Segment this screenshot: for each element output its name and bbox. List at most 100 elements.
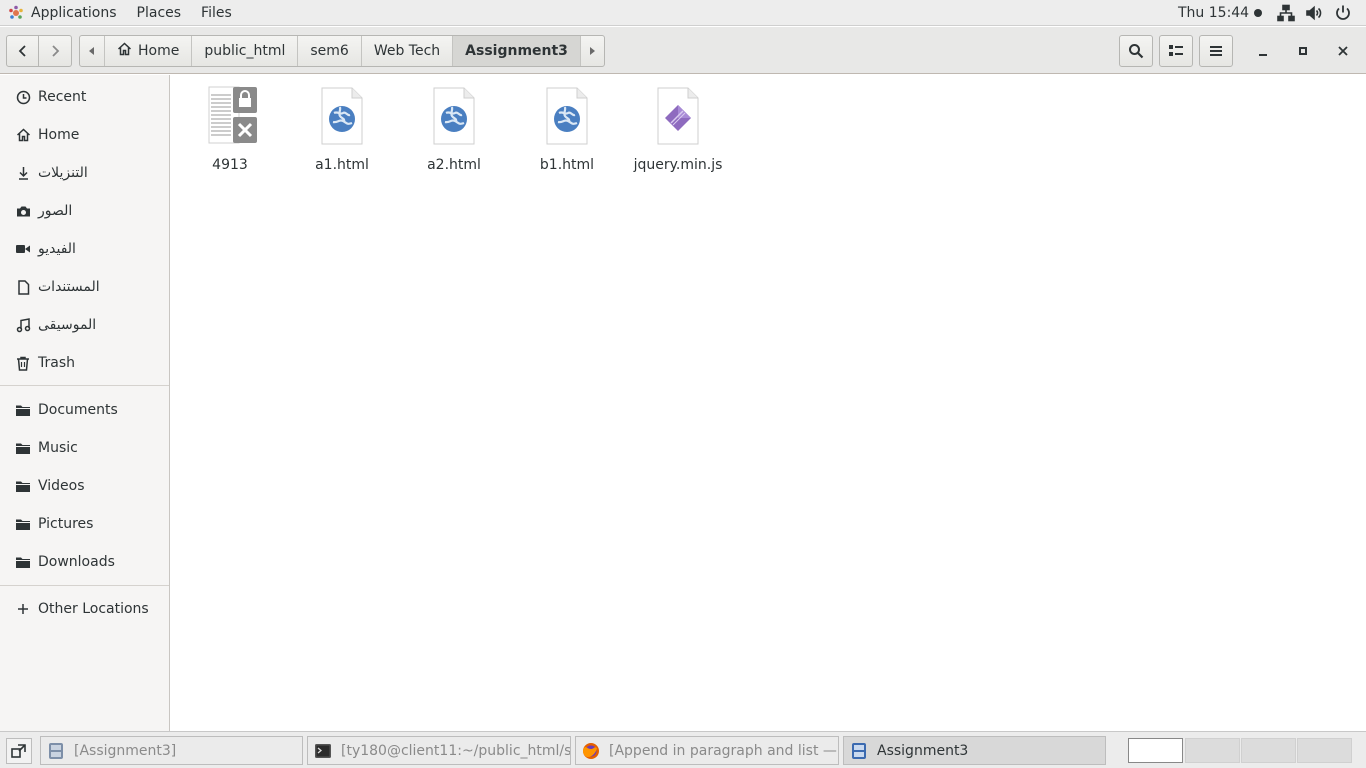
applications-label: Applications — [31, 4, 117, 21]
task-terminal[interactable]: [ty180@client11:~/public_html/sem... — [307, 736, 571, 765]
video-icon — [15, 241, 31, 257]
places-menu[interactable]: Places — [127, 0, 192, 26]
home-icon — [15, 127, 31, 143]
file-name: a2.html — [427, 157, 481, 173]
path-scroll-right-button[interactable] — [579, 36, 604, 66]
sidebar-item-music[interactable]: Music — [0, 429, 169, 467]
html-file-icon — [539, 85, 595, 145]
hamburger-menu-icon — [1210, 46, 1222, 56]
top-panel: Applications Places Files Thu 15:44 — [0, 0, 1366, 26]
sidebar-item-label: الموسيقى — [38, 317, 97, 333]
menu-button[interactable] — [1199, 35, 1233, 67]
maximize-icon — [1299, 47, 1307, 55]
sidebar-item-label: المستندات — [38, 279, 100, 295]
terminal-icon — [315, 743, 331, 758]
sidebar-item-recent[interactable]: Recent — [0, 78, 169, 116]
clock[interactable]: Thu 15:44 — [1178, 0, 1263, 26]
workspace-4[interactable] — [1297, 738, 1352, 763]
sidebar-item-videos-ar[interactable]: الفيديو — [0, 230, 169, 268]
sidebar-item-label: Home — [38, 127, 80, 143]
breadcrumb-web-tech[interactable]: Web Tech — [360, 36, 452, 66]
show-desktop-icon — [11, 744, 26, 758]
sidebar-item-label: الصور — [38, 203, 73, 219]
breadcrumb-public-html[interactable]: public_html — [191, 36, 297, 66]
file-name: jquery.min.js — [633, 157, 723, 173]
path-scroll-left-button[interactable] — [80, 36, 104, 66]
back-button[interactable] — [6, 35, 39, 67]
folder-icon — [15, 440, 31, 456]
go-next-icon — [52, 45, 60, 57]
sidebar-item-documents[interactable]: Documents — [0, 391, 169, 429]
sidebar: Recent Home التنزيلات الصور الفيديو المس… — [0, 75, 170, 731]
sidebar-item-label: Trash — [38, 355, 75, 371]
sidebar-item-other-locations[interactable]: Other Locations — [0, 590, 169, 628]
arrow-right-icon — [590, 47, 596, 55]
file-item-a2-html[interactable]: a2.html — [398, 85, 510, 173]
file-name: a1.html — [315, 157, 369, 173]
camera-icon — [15, 203, 31, 219]
volume-icon[interactable] — [1305, 4, 1323, 22]
show-desktop-button[interactable] — [6, 738, 32, 764]
sidebar-separator — [0, 385, 169, 386]
javascript-file-icon — [650, 85, 706, 145]
sidebar-item-home[interactable]: Home — [0, 116, 169, 154]
task-firefox[interactable]: [Append in paragraph and list — Moz... — [575, 736, 839, 765]
sidebar-item-videos[interactable]: Videos — [0, 467, 169, 505]
file-item-a1-html[interactable]: a1.html — [286, 85, 398, 173]
navigation-buttons — [6, 35, 72, 67]
files-menu[interactable]: Files — [191, 0, 242, 26]
breadcrumb-label: Home — [138, 43, 180, 59]
sidebar-item-label: Other Locations — [38, 601, 149, 617]
sidebar-item-trash[interactable]: Trash — [0, 344, 169, 382]
breadcrumb-home[interactable]: Home — [104, 36, 191, 66]
file-name: 4913 — [212, 157, 248, 173]
task-assignment3-active[interactable]: Assignment3 — [843, 736, 1106, 765]
workspace-2[interactable] — [1185, 738, 1240, 763]
sidebar-item-downloads[interactable]: Downloads — [0, 543, 169, 581]
download-icon — [15, 165, 31, 181]
breadcrumb-assignment3[interactable]: Assignment3 — [452, 36, 580, 66]
network-icon[interactable] — [1277, 4, 1295, 22]
view-toggle-button[interactable] — [1159, 35, 1193, 67]
locked-text-file-icon — [202, 85, 258, 145]
folder-icon — [15, 478, 31, 494]
clock-label: Thu 15:44 — [1178, 5, 1250, 21]
html-file-icon — [426, 85, 482, 145]
sidebar-separator — [0, 585, 169, 586]
file-item-b1-html[interactable]: b1.html — [511, 85, 623, 173]
file-item-4913[interactable]: 4913 — [174, 85, 286, 173]
task-assignment3-minimized[interactable]: [Assignment3] — [40, 736, 303, 765]
applications-menu[interactable]: Applications — [0, 0, 127, 26]
power-icon[interactable] — [1334, 4, 1352, 22]
sidebar-item-music-ar[interactable]: الموسيقى — [0, 306, 169, 344]
sidebar-item-label: الفيديو — [38, 241, 76, 257]
file-view: 4913 a1.html a2.html b1.html jquery.min.… — [171, 75, 1366, 731]
path-bar: Home public_html sem6 Web Tech Assignmen… — [79, 35, 605, 67]
maximize-button[interactable] — [1293, 41, 1313, 61]
workspace-1[interactable] — [1128, 738, 1183, 763]
clock-icon — [15, 89, 31, 105]
task-label: [Append in paragraph and list — Moz... — [609, 742, 838, 759]
sidebar-item-pictures[interactable]: Pictures — [0, 505, 169, 543]
sidebar-item-pictures-ar[interactable]: الصور — [0, 192, 169, 230]
sidebar-item-label: Documents — [38, 402, 118, 418]
folder-icon — [15, 402, 31, 418]
sidebar-item-documents-ar[interactable]: المستندات — [0, 268, 169, 306]
breadcrumb-sem6[interactable]: sem6 — [297, 36, 360, 66]
document-icon — [15, 279, 31, 295]
sidebar-item-label: Videos — [38, 478, 85, 494]
gnome-foot-icon — [8, 5, 24, 21]
search-icon — [1129, 44, 1144, 59]
close-button[interactable] — [1333, 41, 1353, 61]
workspace-3[interactable] — [1241, 738, 1296, 763]
file-item-jquery-min-js[interactable]: jquery.min.js — [622, 85, 734, 173]
sidebar-item-label: Music — [38, 440, 78, 456]
sidebar-item-downloads-ar[interactable]: التنزيلات — [0, 154, 169, 192]
minimize-button[interactable] — [1253, 41, 1273, 61]
forward-button[interactable] — [39, 35, 72, 67]
search-button[interactable] — [1119, 35, 1153, 67]
header-bar: Home public_html sem6 Web Tech Assignmen… — [0, 27, 1366, 74]
folder-icon — [15, 516, 31, 532]
go-previous-icon — [18, 45, 26, 57]
sidebar-item-label: Downloads — [38, 554, 115, 570]
